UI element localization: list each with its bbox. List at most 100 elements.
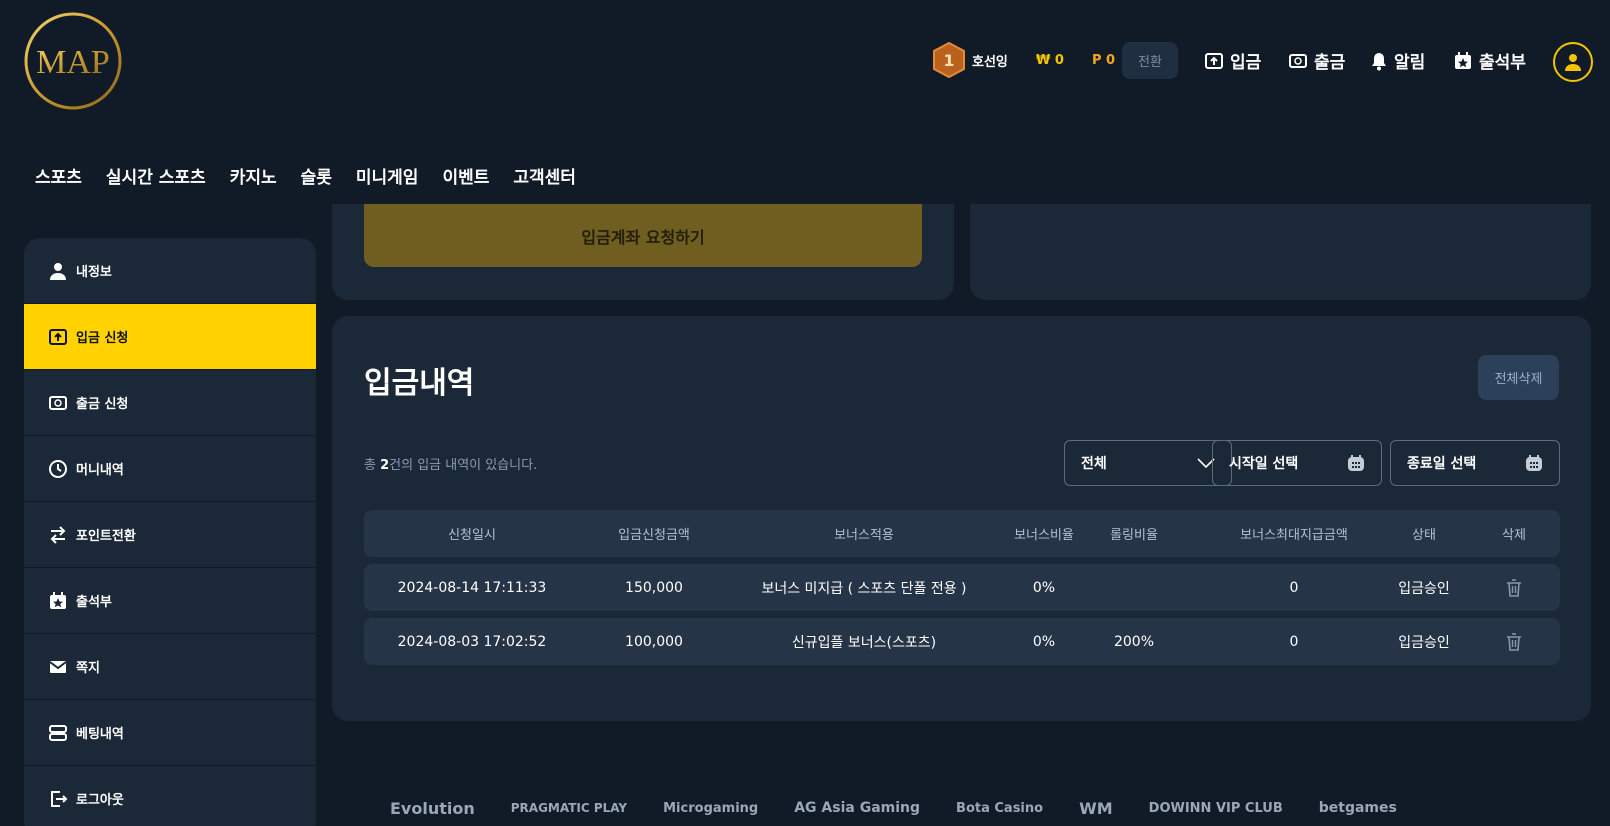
person-icon [50, 262, 66, 280]
nav-deposit-label: 입금 [1230, 53, 1262, 73]
row-bonus-rate: 0% [1032, 633, 1056, 650]
sidebar-item-label: 베팅내역 [76, 727, 124, 742]
nav-withdraw-label: 출금 [1314, 53, 1346, 73]
sidebar-item-label: 내정보 [76, 265, 112, 280]
exchange-icon [50, 525, 66, 544]
deposit-request-panel: 입금계좌 요청하기 [332, 204, 954, 300]
sidebar-item-my-info[interactable]: 내정보 [24, 238, 316, 304]
row-date: 2024-08-03 17:02:52 [397, 633, 547, 650]
count-prefix: 총 [364, 458, 381, 473]
calendar-star-icon [1455, 51, 1471, 69]
row-amount: 150,000 [625, 579, 683, 596]
sidebar-item-bet-history[interactable]: 베팅내역 [24, 700, 316, 766]
sidebar-item-label: 쪽지 [76, 661, 100, 676]
page-title: 입금내역 [364, 366, 475, 401]
balance: ₩ 0 [1036, 53, 1064, 68]
col-request-date: 신청일시 [448, 528, 496, 543]
sidebar-item-label: 포인트전환 [76, 529, 136, 544]
provider-logos: Evolution PRAGMATIC PLAY Microgaming AG … [390, 790, 1510, 826]
calendar-icon [1348, 455, 1364, 471]
delete-all-button[interactable]: 전체삭제 [1478, 355, 1559, 400]
nav-casino[interactable]: 카지노 [230, 163, 277, 188]
table-row: 2024-08-03 17:02:52 100,000 신규입플 보너스(스포츠… [364, 618, 1560, 665]
sidebar-item-point-exchange[interactable]: 포인트전환 [24, 502, 316, 568]
provider-wm-logo: WM [1079, 798, 1113, 818]
sidebar-item-label: 입금 신청 [76, 331, 129, 346]
sidebar-item-attendance[interactable]: 출석부 [24, 568, 316, 634]
sidebar: 내정보 입금 신청 출금 신청 머니내역 포인트전환 출석부 쪽지 베팅내역 로… [24, 238, 316, 826]
trash-icon [1507, 578, 1521, 597]
start-date-label: 시작일 선택 [1229, 456, 1299, 472]
start-date-picker[interactable]: 시작일 선택 [1212, 440, 1382, 486]
nav-slot[interactable]: 슬롯 [301, 163, 332, 188]
user-avatar-button[interactable] [1553, 42, 1593, 82]
status-filter-select[interactable]: 전체 [1064, 440, 1232, 486]
calendar-icon [1526, 455, 1542, 471]
provider-evolution-logo: Evolution [390, 798, 475, 818]
main-nav: 스포츠 실시간 스포츠 카지노 슬롯 미니게임 이벤트 고객센터 [35, 163, 576, 188]
row-bonus: 신규입플 보너스(스포츠) [791, 634, 937, 651]
map-logo[interactable]: MAP [22, 10, 124, 112]
history-count: 2 [380, 458, 390, 473]
col-delete: 삭제 [1502, 528, 1526, 543]
end-date-picker[interactable]: 종료일 선택 [1390, 440, 1560, 486]
sidebar-item-logout[interactable]: 로그아웃 [24, 766, 316, 826]
provider-microgaming-logo: Microgaming [663, 800, 759, 816]
row-date: 2024-08-14 17:11:33 [397, 579, 547, 596]
deposit-history-panel: 입금내역 전체삭제 총 2건의 입금 내역이 있습니다. 전체 시작일 선택 종… [332, 316, 1591, 721]
nav-alert-label: 알림 [1394, 53, 1426, 73]
trash-icon [1507, 632, 1521, 651]
history-count-text: 총 2건의 입금 내역이 있습니다. [364, 454, 537, 473]
points: P 0 [1092, 53, 1116, 68]
row-delete-button[interactable] [1454, 564, 1574, 611]
row-bonus: 보너스 미지급 ( 스포츠 단폴 전용 ) [761, 580, 967, 597]
withdraw-icon [1289, 53, 1307, 68]
sidebar-item-money-history[interactable]: 머니내역 [24, 436, 316, 502]
nav-withdraw[interactable]: 출금 [1288, 48, 1345, 73]
status-filter-value: 전체 [1081, 456, 1107, 472]
nav-sports[interactable]: 스포츠 [35, 163, 82, 188]
nav-event[interactable]: 이벤트 [442, 163, 489, 188]
svg-text:MAP: MAP [36, 44, 110, 81]
envelope-icon [49, 660, 67, 673]
sidebar-item-withdraw[interactable]: 출금 신청 [24, 370, 316, 436]
request-account-button[interactable]: 입금계좌 요청하기 [364, 204, 922, 267]
nav-attendance[interactable]: 출석부 [1453, 48, 1526, 73]
convert-button[interactable]: 전환 [1122, 42, 1178, 79]
col-bonus-rate: 보너스비율 [1014, 528, 1074, 543]
username: 호선잉 [972, 54, 1008, 70]
nav-live-sports[interactable]: 실시간 스포츠 [106, 163, 206, 188]
sidebar-item-messages[interactable]: 쪽지 [24, 634, 316, 700]
person-icon [1565, 54, 1581, 71]
nav-alert[interactable]: 알림 [1370, 48, 1425, 73]
col-amount: 입금신청금액 [618, 528, 690, 543]
calendar-star-icon [50, 591, 66, 609]
nav-minigame[interactable]: 미니게임 [356, 163, 419, 188]
row-amount: 100,000 [625, 633, 683, 650]
col-bonus: 보너스적용 [834, 528, 894, 543]
deposit-icon [1205, 52, 1223, 69]
provider-dowinn-logo: DOWINN VIP CLUB [1148, 800, 1283, 816]
row-delete-button[interactable] [1454, 618, 1574, 665]
rank-badge-icon: 1 [933, 42, 965, 78]
sidebar-item-label: 출석부 [76, 595, 112, 610]
logout-icon [51, 790, 68, 807]
table-row: 2024-08-14 17:11:33 150,000 보너스 미지급 ( 스포… [364, 564, 1560, 611]
provider-bota-logo: Bota Casino [956, 800, 1044, 816]
sidebar-item-deposit[interactable]: 입금 신청 [24, 304, 316, 370]
nav-customer-center[interactable]: 고객센터 [513, 163, 576, 188]
nav-deposit[interactable]: 입금 [1204, 48, 1261, 73]
withdraw-icon [49, 395, 67, 410]
row-bonus-rate: 0% [1032, 579, 1056, 596]
info-panel [970, 204, 1591, 300]
end-date-label: 종료일 선택 [1407, 456, 1477, 472]
nav-attendance-label: 출석부 [1479, 53, 1526, 73]
sidebar-item-label: 로그아웃 [76, 793, 124, 808]
table-header: 신청일시 입금신청금액 보너스적용 보너스비율 롤링비율 보너스최대지급금액 상… [364, 510, 1560, 557]
deposit-icon [49, 328, 67, 345]
svg-text:1: 1 [943, 51, 954, 70]
count-suffix: 건의 입금 내역이 있습니다. [389, 458, 538, 473]
user-info: 1 호선잉 [932, 42, 1008, 78]
list-icon [49, 724, 67, 741]
bell-icon [1372, 52, 1386, 70]
